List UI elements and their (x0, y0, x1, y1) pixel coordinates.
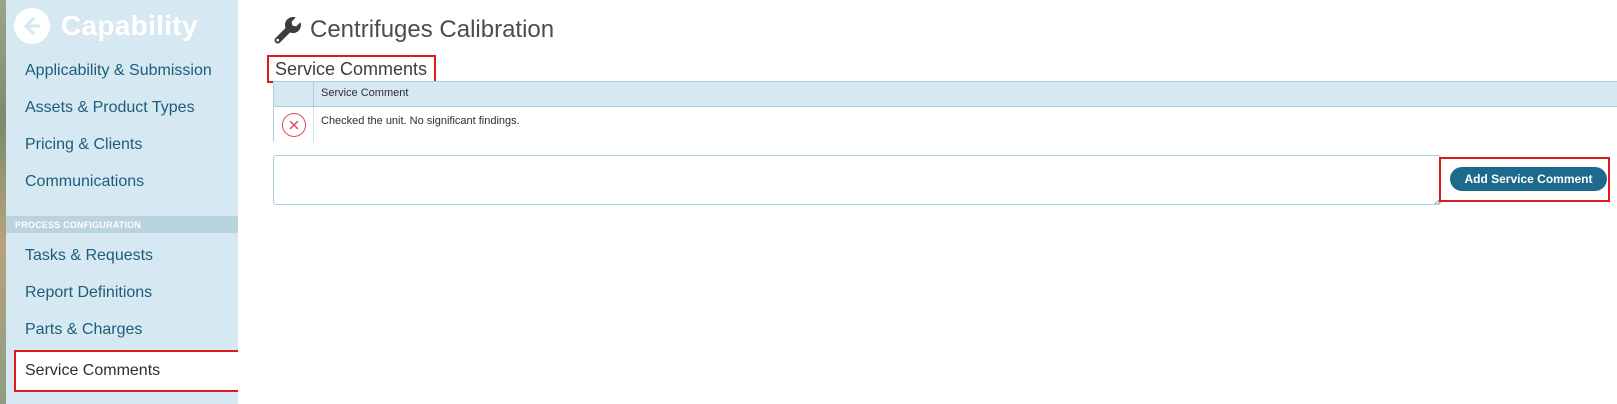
add-service-comment-button[interactable]: Add Service Comment (1450, 167, 1607, 191)
sidebar-section-header: PROCESS CONFIGURATION (6, 216, 238, 233)
sidebar-item-communications[interactable]: Communications (0, 164, 238, 200)
section-title: Service Comments (267, 55, 437, 83)
page-title-text: Centrifuges Calibration (310, 16, 555, 43)
sidebar: Capability Applicability & Submission As… (0, 0, 238, 404)
delete-x-icon[interactable] (282, 113, 306, 137)
sidebar-item-tasks-requests[interactable]: Tasks & Requests (0, 238, 238, 274)
column-header-service-comment: Service Comment (321, 87, 409, 99)
column-divider (313, 82, 314, 106)
sidebar-item-label: Applicability & Submission (25, 62, 212, 79)
sidebar-item-label: Assets & Product Types (25, 99, 195, 116)
sidebar-item-parts-charges[interactable]: Parts & Charges (0, 312, 238, 348)
service-comment-input[interactable] (273, 155, 1441, 205)
sidebar-item-service-comments[interactable]: Service Comments (14, 350, 238, 392)
service-comments-table: Service Comment Checked the unit. No sig… (273, 81, 1617, 142)
sidebar-item-label: Parts & Charges (25, 321, 143, 338)
sidebar-title: Capability (61, 10, 198, 41)
service-comment-cell: Checked the unit. No significant finding… (321, 115, 520, 127)
table-header-row: Service Comment (274, 82, 1617, 106)
page-title: Centrifuges Calibration (272, 14, 554, 46)
sidebar-item-label: Service Comments (25, 362, 161, 379)
section-title-text: Service Comments (275, 58, 428, 79)
sidebar-item-label: Communications (25, 173, 145, 190)
sidebar-item-report-definitions[interactable]: Report Definitions (0, 275, 238, 311)
sidebar-item-label: Tasks & Requests (25, 247, 154, 264)
table-row: Checked the unit. No significant finding… (274, 106, 1617, 142)
column-divider (313, 107, 314, 142)
sidebar-item-label: Pricing & Clients (25, 136, 143, 153)
sidebar-item-pricing-clients[interactable]: Pricing & Clients (0, 127, 238, 163)
sidebar-item-applicability-submission[interactable]: Applicability & Submission (0, 53, 238, 89)
wrench-icon (274, 17, 301, 44)
sidebar-item-assets-product-types[interactable]: Assets & Product Types (0, 90, 238, 126)
arrow-left-circle-icon[interactable] (14, 8, 50, 44)
sidebar-header: Capability (0, 0, 238, 56)
sidebar-item-label: Report Definitions (25, 284, 153, 301)
